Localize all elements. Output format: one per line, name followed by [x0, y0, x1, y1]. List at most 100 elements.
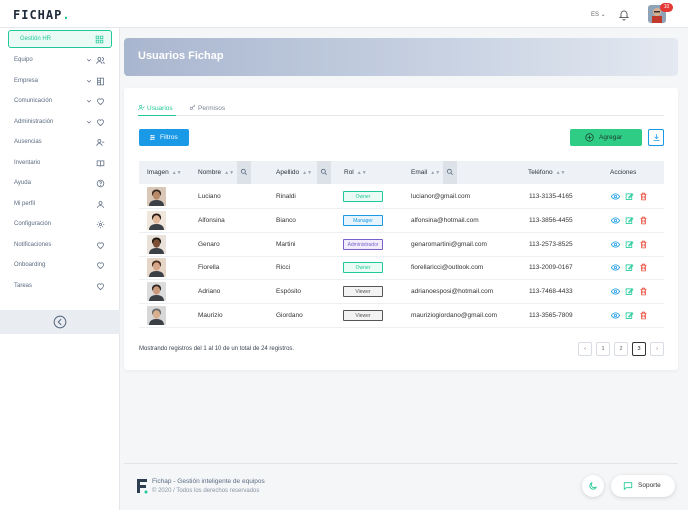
page-2-button[interactable]: 2	[614, 342, 628, 356]
user-minus-icon	[96, 139, 105, 146]
eye-icon[interactable]	[611, 287, 620, 296]
row-actions	[611, 263, 651, 273]
key-icon	[189, 104, 196, 110]
user-check-icon	[138, 104, 145, 111]
top-bar: FICHAP. ES ⌄ 10	[0, 0, 688, 28]
header-acciones: Acciones	[610, 169, 637, 176]
next-page-button[interactable]: ›	[650, 342, 664, 356]
download-button[interactable]	[648, 129, 664, 146]
header-rol[interactable]: Rol ▲▼	[344, 169, 367, 176]
edit-icon[interactable]	[625, 216, 634, 225]
cell-name: Luciano	[198, 193, 221, 200]
moon-icon	[589, 482, 597, 490]
eye-icon[interactable]	[611, 216, 620, 225]
notification-badge: 10	[660, 3, 673, 12]
sidebar-item-label: Configuración	[14, 221, 52, 227]
sidebar-item-onboarding[interactable]: Onboarding	[0, 259, 120, 273]
sidebar-item-inventario[interactable]: Inventario	[0, 157, 120, 171]
language-selector[interactable]: ES ⌄	[591, 11, 606, 18]
cell-name: Adriano	[198, 288, 221, 296]
plus-circle-icon	[585, 133, 594, 142]
sidebar-item-administracion[interactable]: Administración	[0, 116, 120, 130]
edit-icon[interactable]	[625, 240, 634, 249]
user-icon	[97, 200, 104, 208]
tab-usuarios[interactable]: Usuarios	[138, 104, 173, 114]
search-nombre-button[interactable]	[237, 161, 251, 184]
sidebar-item-mi-perfil[interactable]: Mi perfil	[0, 198, 120, 212]
users-icon	[96, 57, 105, 64]
cell-phone: 113-2573-8525	[529, 240, 573, 248]
sidebar-item-label: Onboarding	[14, 262, 46, 268]
trash-icon[interactable]	[639, 240, 648, 249]
eye-icon[interactable]	[611, 311, 620, 320]
edit-icon[interactable]	[625, 311, 634, 320]
prev-page-button[interactable]: ‹	[578, 342, 592, 356]
tab-permisos[interactable]: Permisos	[189, 104, 225, 114]
page-3-button[interactable]: 3	[632, 342, 646, 356]
fichap-logo[interactable]: FICHAP.	[13, 8, 71, 22]
building-icon	[97, 77, 104, 85]
help-icon	[96, 179, 105, 188]
sidebar-item-empresa[interactable]: Empresa	[0, 75, 120, 89]
download-icon	[653, 134, 660, 141]
sidebar-item-ayuda[interactable]: Ayuda	[0, 177, 120, 191]
trash-icon[interactable]	[639, 192, 648, 201]
gear-icon	[96, 220, 105, 229]
sidebar-item-ausencias[interactable]: Ausencias	[0, 136, 120, 150]
user-photo	[147, 210, 166, 230]
sidebar-item-notificaciones[interactable]: Notificaciones	[0, 239, 120, 253]
table-row: Alfonsina Bianco Manager alfonsina@hotmail.…	[139, 209, 664, 233]
trash-icon[interactable]	[639, 263, 648, 272]
support-button[interactable]: Soporte	[611, 475, 675, 497]
sidebar-item-configuracion[interactable]: Configuración	[0, 218, 120, 232]
eye-icon[interactable]	[611, 263, 620, 272]
sidebar-item-label: Gestión HR	[20, 36, 52, 42]
dark-mode-toggle[interactable]	[582, 475, 604, 497]
header-nombre[interactable]: Nombre ▲▼	[198, 169, 234, 176]
sidebar-item-label: Inventario	[14, 159, 41, 166]
footer-copyright: © 2020 / Todos los derechos reservados	[152, 488, 260, 494]
cell-email: alfonsina@hotmail.com	[411, 216, 479, 224]
collapse-sidebar-icon[interactable]	[53, 315, 67, 329]
trash-icon[interactable]	[639, 311, 648, 320]
search-email-button[interactable]	[443, 161, 457, 184]
page-header-banner: Usuarios Fichap	[124, 38, 678, 76]
header-email[interactable]: Email ▲▼	[411, 169, 440, 176]
sidebar-item-comunicacion[interactable]: Comunicación	[0, 95, 120, 109]
sidebar-item-equipo[interactable]: Equipo	[0, 54, 120, 68]
footer-title: Fichap - Gestión inteligente de equipos	[152, 478, 265, 485]
search-icon	[446, 168, 453, 175]
grid-icon	[95, 35, 104, 44]
sidebar-collapse-bar	[0, 310, 120, 334]
cell-email: mauriziogiordano@gmail.com	[411, 312, 498, 319]
active-tab-indicator	[138, 115, 176, 116]
add-user-button[interactable]: Agregar	[570, 129, 642, 146]
fichap-f-logo-icon	[137, 479, 148, 494]
eye-icon[interactable]	[611, 192, 620, 201]
search-apellido-button[interactable]	[317, 161, 331, 184]
filter-button[interactable]: Filtros	[139, 129, 189, 146]
bell-icon[interactable]	[618, 9, 630, 21]
edit-icon[interactable]	[625, 192, 634, 201]
trash-icon[interactable]	[639, 216, 648, 225]
edit-icon[interactable]	[625, 287, 634, 296]
trash-icon[interactable]	[639, 287, 648, 296]
cell-phone: 113-3565-7809	[529, 312, 573, 319]
table-row: Luciano Rinaldi Owner lucianor@gmail.com 113…	[139, 185, 664, 209]
user-photo	[147, 282, 166, 302]
edit-icon[interactable]	[625, 263, 634, 272]
sidebar-item-tareas[interactable]: Tareas	[0, 280, 120, 294]
page-1-button[interactable]: 1	[596, 342, 610, 356]
cell-phone: 113-3135-4165	[529, 193, 573, 200]
cell-surname: Espósito	[276, 288, 301, 296]
chevron-down-icon	[86, 79, 92, 83]
cell-surname: Giordano	[276, 312, 303, 319]
sidebar-item-gestion-hr[interactable]: Gestión HR	[8, 30, 112, 48]
cell-name: Fiorella	[198, 264, 220, 272]
header-telefono[interactable]: Teléfono ▲▼	[528, 169, 565, 176]
cell-email: fiorellaricci@outlook.com	[411, 264, 484, 272]
header-apellido[interactable]: Apellido ▲▼	[276, 169, 312, 176]
eye-icon[interactable]	[611, 240, 620, 249]
cell-email: lucianor@gmail.com	[411, 193, 470, 200]
heart-icon	[97, 242, 104, 249]
